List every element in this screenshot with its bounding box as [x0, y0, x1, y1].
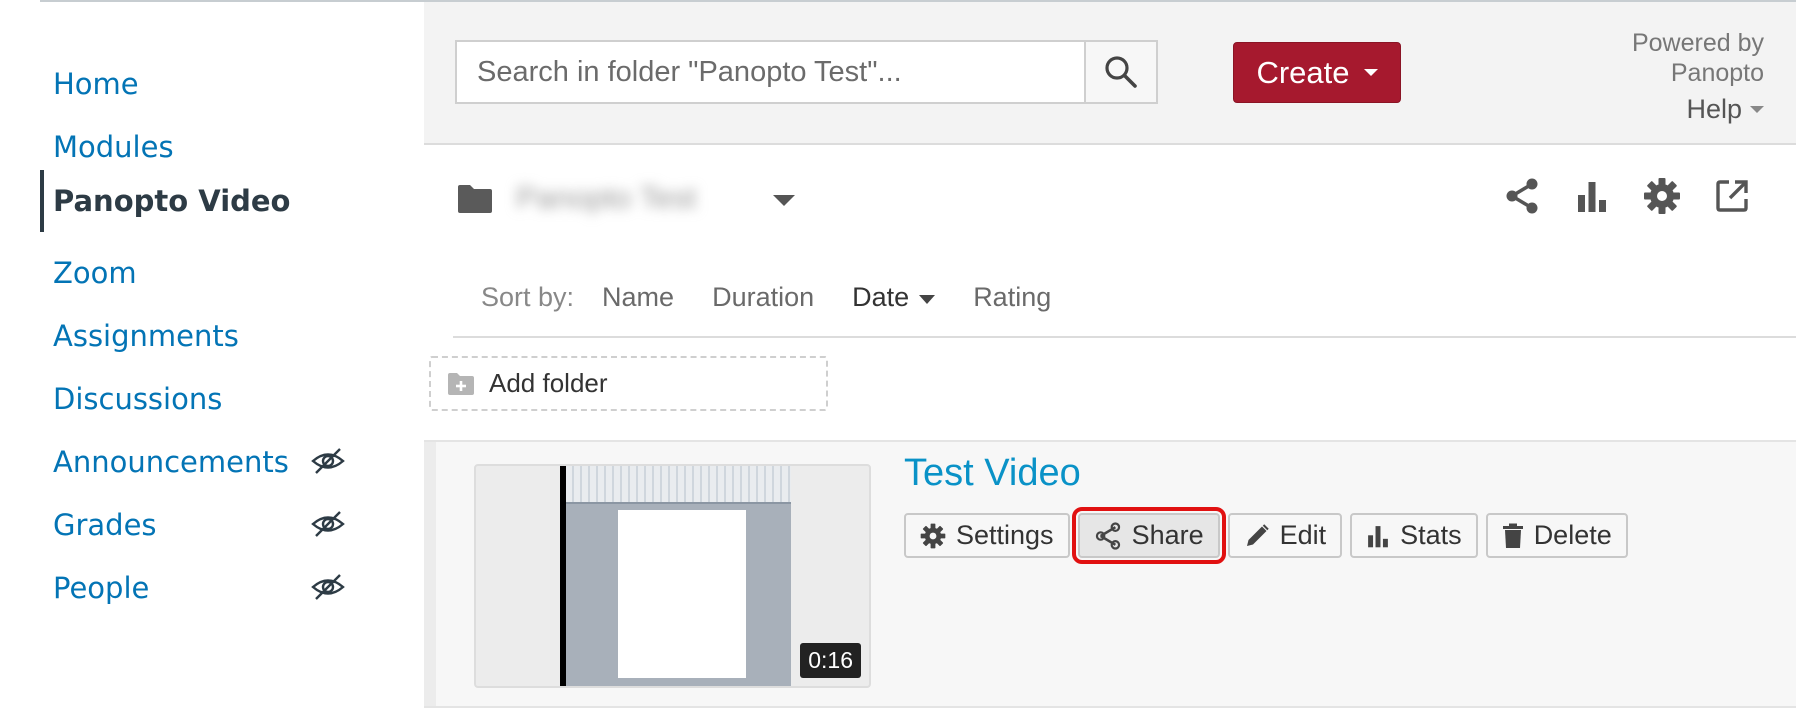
sort-bar: Sort by: Name Duration Date Rating [453, 264, 1796, 338]
gear-icon [1644, 178, 1680, 214]
panopto-header: Create Powered by Panopto Help [424, 2, 1796, 145]
nav-item-label: Assignments [53, 319, 239, 353]
gear-icon [920, 523, 946, 548]
sort-option-name[interactable]: Name [602, 282, 674, 313]
session-title[interactable]: Test Video [904, 452, 1081, 495]
eye-slash-icon [311, 511, 345, 537]
nav-item-label: Grades [53, 508, 157, 542]
help-label: Help [1686, 94, 1742, 124]
nav-item-zoom[interactable]: Zoom [40, 237, 380, 309]
stats-button-label: Stats [1400, 520, 1462, 550]
delete-button-label: Delete [1533, 520, 1612, 550]
search-box [455, 40, 1158, 104]
share-button-label: Share [1131, 520, 1204, 550]
stats-icon [1368, 525, 1389, 547]
stats-button[interactable]: Stats [1350, 513, 1478, 558]
session-row: 0:16 Test Video Settings Share Edit Stat… [424, 440, 1796, 708]
folder-stats-button[interactable] [1571, 175, 1613, 217]
thumbnail-document-page [618, 510, 746, 678]
folder-share-button[interactable] [1501, 175, 1543, 217]
edit-button-label: Edit [1279, 520, 1327, 550]
nav-item-announcements[interactable]: Announcements [40, 426, 380, 498]
sort-option-label: Date [852, 282, 910, 312]
help-menu[interactable]: Help [1686, 94, 1764, 124]
nav-item-assignments[interactable]: Assignments [40, 300, 380, 372]
edit-button[interactable]: Edit [1227, 513, 1343, 558]
share-icon [1095, 521, 1120, 550]
folder-actions [1501, 175, 1753, 217]
sort-label: Sort by: [481, 282, 575, 312]
chevron-down-icon [1363, 69, 1378, 76]
eye-slash-icon [311, 574, 345, 600]
nav-item-discussions[interactable]: Discussions [40, 363, 380, 435]
nav-item-label: Home [53, 67, 139, 101]
nav-item-label: Announcements [53, 445, 289, 479]
thumbnail-screen [566, 466, 791, 686]
sort-desc-icon [919, 294, 936, 304]
nav-item-grades[interactable]: Grades [40, 489, 380, 561]
settings-button-label: Settings [956, 520, 1054, 550]
share-icon [1506, 178, 1538, 214]
settings-button[interactable]: Settings [904, 513, 1070, 558]
folder-icon [458, 185, 492, 213]
add-folder-button[interactable]: Add folder [429, 356, 828, 411]
session-actions: Settings Share Edit Stats Delete [904, 507, 1628, 564]
eye-slash-icon [311, 448, 345, 474]
folder-settings-button[interactable] [1641, 175, 1683, 217]
nav-item-label: Discussions [53, 382, 223, 416]
create-button-label: Create [1256, 54, 1350, 90]
sort-option-rating[interactable]: Rating [973, 282, 1051, 313]
add-folder-icon [448, 372, 474, 395]
delete-button[interactable]: Delete [1485, 513, 1628, 558]
folder-name: Panopto Test [516, 180, 697, 215]
sort-option-duration[interactable]: Duration [712, 282, 814, 313]
nav-item-label: Modules [53, 130, 174, 164]
course-navigation: Home Modules Panopto Video Zoom Assignme… [0, 0, 420, 720]
powered-by-brand: Panopto [1670, 59, 1764, 87]
search-button[interactable] [1084, 42, 1156, 102]
nav-item-label: Panopto Video [53, 184, 291, 218]
chevron-down-icon [1750, 105, 1764, 113]
stats-icon [1578, 182, 1606, 212]
pencil-icon [1246, 523, 1269, 546]
nav-item-people[interactable]: People [40, 552, 380, 624]
search-input[interactable] [457, 42, 1084, 102]
share-button[interactable]: Share [1071, 507, 1226, 564]
create-button[interactable]: Create [1233, 42, 1401, 103]
trash-icon [1502, 523, 1523, 548]
nav-item-label: People [53, 571, 150, 605]
folder-open-external-button[interactable] [1711, 175, 1753, 217]
folder-dropdown-caret[interactable] [773, 195, 795, 206]
nav-item-label: Zoom [53, 256, 137, 290]
thumbnail-toolbar [566, 466, 791, 504]
duration-badge: 0:16 [800, 643, 861, 678]
add-folder-label: Add folder [489, 368, 608, 398]
video-thumbnail[interactable]: 0:16 [474, 464, 871, 688]
nav-item-home[interactable]: Home [40, 48, 380, 120]
folder-header: Panopto Test [424, 165, 1796, 237]
nav-item-panopto-video[interactable]: Panopto Video [40, 170, 380, 232]
session-row-strip [424, 442, 436, 706]
open-external-icon [1716, 180, 1748, 212]
search-icon [1105, 56, 1137, 88]
powered-by: Powered by Panopto Help [1632, 28, 1764, 125]
panopto-panel: Create Powered by Panopto Help Panopto T… [424, 0, 1796, 720]
sort-option-date[interactable]: Date [852, 282, 936, 313]
powered-by-text: Powered by [1631, 29, 1764, 57]
